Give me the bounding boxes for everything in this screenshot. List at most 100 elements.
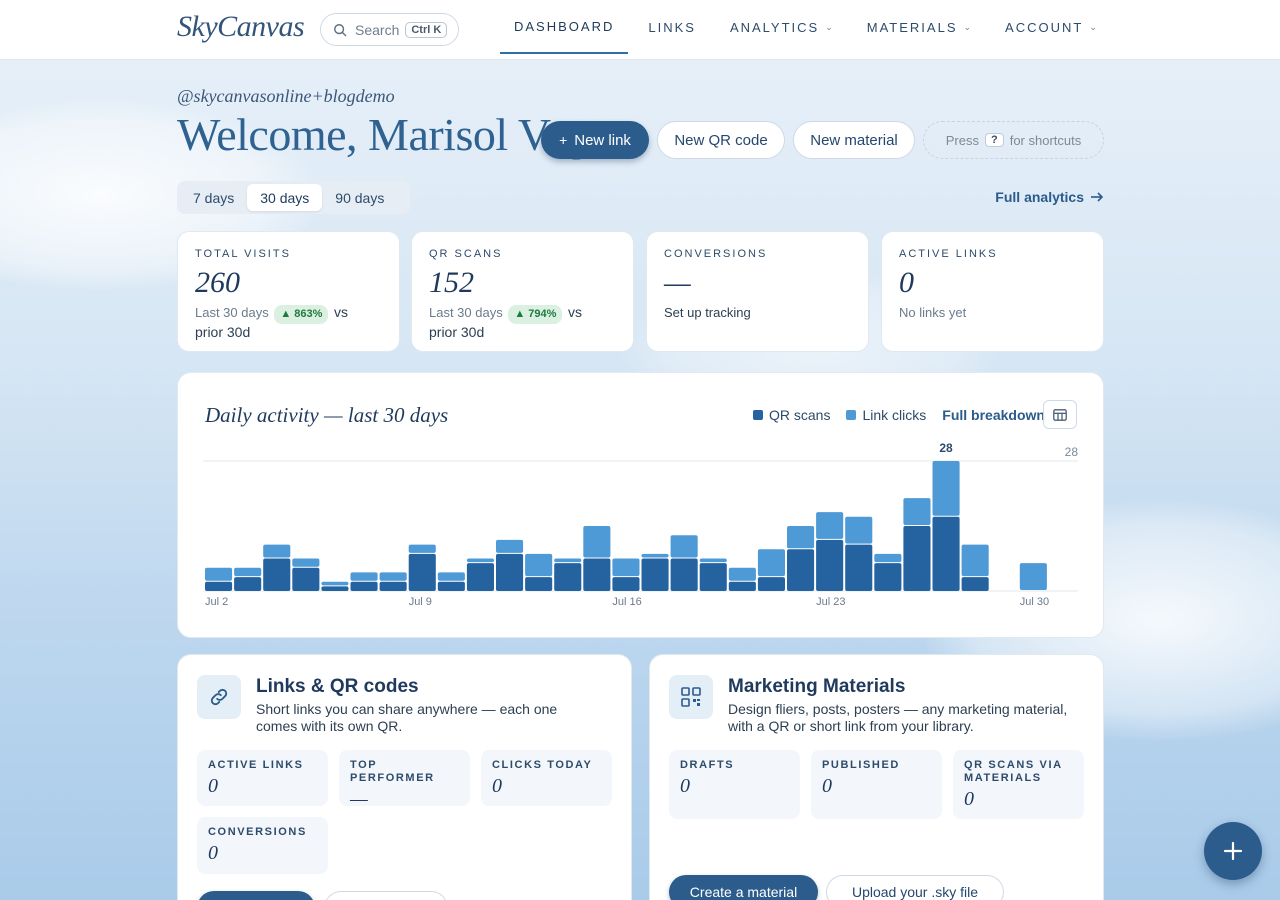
nav-links-label: LINKS <box>648 19 696 35</box>
new-material-button[interactable]: New material <box>793 121 915 159</box>
stat-qr-scans: QR SCANS 152 Last 30 days ▲ 794% vs prior… <box>411 231 634 352</box>
stat-active-links: ACTIVE LINKS 0 No links yet <box>881 231 1104 352</box>
links-panel-desc: Short links you can share anywhere — eac… <box>256 701 557 735</box>
chart-legend: QR scans Link clicks Full breakdown <box>753 407 1045 423</box>
full-analytics-label: Full analytics <box>995 189 1084 205</box>
bar-link-clicks <box>816 512 844 539</box>
account-handle: @skycanvasonline+blogdemo <box>177 86 395 106</box>
metric-label-line1: QR SCANS VIA <box>964 759 1063 771</box>
search-shortcut: Ctrl K <box>405 21 448 38</box>
range-30-days[interactable]: 30 days <box>247 184 323 211</box>
table-view-button[interactable] <box>1043 400 1077 429</box>
link-icon <box>197 675 241 719</box>
new-qr-button[interactable]: New QR code <box>657 121 785 159</box>
new-material-label: New material <box>810 131 898 149</box>
stat-label: TOTAL VISITS <box>195 248 291 260</box>
shortcuts-hint[interactable]: Press ? for shortcuts <box>923 121 1104 159</box>
metric-conversions: CONVERSIONS 0 <box>197 817 328 874</box>
metric-top-performer: TOP PERFORMER — <box>339 750 470 810</box>
materials-desc-line2: with a QR or short link from your librar… <box>728 718 974 734</box>
nav-analytics-label: ANALYTICS <box>729 19 820 35</box>
bar-qr-scans <box>903 526 931 591</box>
bar-qr-scans <box>583 558 611 591</box>
x-tick-label: Jul 16 <box>612 596 641 608</box>
bar-link-clicks <box>466 558 494 563</box>
links-desc-line2: comes with its own QR. <box>256 718 403 734</box>
bar-qr-scans <box>728 581 756 591</box>
top-nav-bar: SkyCanvas Search Ctrl K DASHBOARD LINKS … <box>0 0 1280 60</box>
bar-link-clicks <box>321 581 349 586</box>
new-qr-label: New QR code <box>674 131 768 149</box>
bar-qr-scans <box>670 558 698 591</box>
bar-link-clicks <box>205 567 233 581</box>
setup-tracking-link[interactable]: Set up tracking <box>664 304 851 321</box>
arrow-right-icon <box>1091 192 1104 202</box>
links-panel-title: Links & QR codes <box>256 676 419 697</box>
bar-link-clicks <box>932 461 960 516</box>
peak-value-label: 28 <box>939 441 953 455</box>
marketing-materials-panel: Marketing Materials Design fliers, posts… <box>649 654 1104 900</box>
daily-activity-card: 28 28 Jul 2 Jul 9 Jul 16 Jul 23 Jul 30 Daily a… <box>177 372 1104 638</box>
stat-period: Last 30 days <box>195 305 269 320</box>
stat-sub: Last 30 days ▲ 863% vs prior 30d <box>195 304 382 341</box>
shortcut-key: ? <box>984 133 1004 147</box>
shortcut-hint-post: for shortcuts <box>1009 132 1082 148</box>
links-primary-button[interactable] <box>197 891 315 900</box>
metric-value: 0 <box>492 775 502 797</box>
chevron-down-icon: ⌄ <box>1089 21 1097 32</box>
bar-link-clicks <box>903 498 931 525</box>
bar-link-clicks <box>554 558 582 563</box>
metric-value: 0 <box>964 788 974 810</box>
bar-link-clicks <box>874 553 902 563</box>
floating-add-button[interactable] <box>1204 822 1262 880</box>
stat-label: QR SCANS <box>429 248 503 260</box>
brand-logo[interactable]: SkyCanvas <box>177 10 305 44</box>
range-selector: 7 days 30 days 90 days <box>177 181 410 214</box>
bar-link-clicks <box>292 558 320 567</box>
links-secondary-button[interactable] <box>324 891 448 900</box>
bar-qr-scans <box>641 558 669 591</box>
legend-qr-scans: QR scans <box>753 407 830 423</box>
x-tick-label: Jul 9 <box>409 596 432 608</box>
qr-code-icon <box>669 675 713 719</box>
bar-link-clicks <box>496 539 524 553</box>
upload-sky-file-button[interactable]: Upload your .sky file <box>826 875 1004 900</box>
bar-qr-scans <box>874 563 902 591</box>
legend-links-label: Link clicks <box>862 407 927 423</box>
full-breakdown-link[interactable]: Full breakdown <box>942 407 1045 423</box>
create-material-button[interactable]: Create a material <box>669 875 818 900</box>
nav-links[interactable]: LINKS <box>634 0 710 54</box>
search-button[interactable]: Search Ctrl K <box>320 13 459 46</box>
metric-value: 0 <box>822 775 832 797</box>
metric-label-line2: MATERIALS <box>964 772 1042 784</box>
metric-label: PUBLISHED <box>822 759 900 771</box>
metric-label: ACTIVE LINKS <box>208 759 304 771</box>
nav-dashboard[interactable]: DASHBOARD <box>500 0 629 54</box>
chart-title: Daily activity — last 30 days <box>205 403 449 427</box>
bar-link-clicks <box>437 572 465 581</box>
range-7-days[interactable]: 7 days <box>180 184 247 211</box>
stat-label: ACTIVE LINKS <box>899 248 998 260</box>
metric-label: DRAFTS <box>680 759 735 771</box>
bar-qr-scans <box>205 581 233 591</box>
bar-qr-scans <box>408 553 436 591</box>
bar-qr-scans <box>379 581 407 591</box>
metric-drafts: DRAFTS 0 <box>669 750 800 819</box>
bar-qr-scans <box>757 577 785 591</box>
bar-qr-scans <box>263 558 291 591</box>
bar-link-clicks <box>234 567 262 577</box>
nav-analytics[interactable]: ANALYTICS ⌄ <box>716 0 847 54</box>
bar-qr-scans <box>496 553 524 591</box>
range-90-days[interactable]: 90 days <box>322 184 397 211</box>
new-link-button[interactable]: + New link <box>541 121 649 159</box>
full-analytics-link[interactable]: Full analytics <box>995 189 1104 205</box>
bar-link-clicks <box>787 526 815 549</box>
bar-qr-scans <box>554 563 582 591</box>
nav-materials[interactable]: MATERIALS ⌄ <box>853 0 985 54</box>
bar-link-clicks <box>525 553 553 577</box>
bar-qr-scans <box>932 516 960 591</box>
metric-value: 0 <box>208 842 218 864</box>
nav-account[interactable]: ACCOUNT ⌄ <box>991 0 1111 54</box>
chevron-down-icon: ⌄ <box>963 21 972 32</box>
bar-link-clicks <box>728 567 756 581</box>
